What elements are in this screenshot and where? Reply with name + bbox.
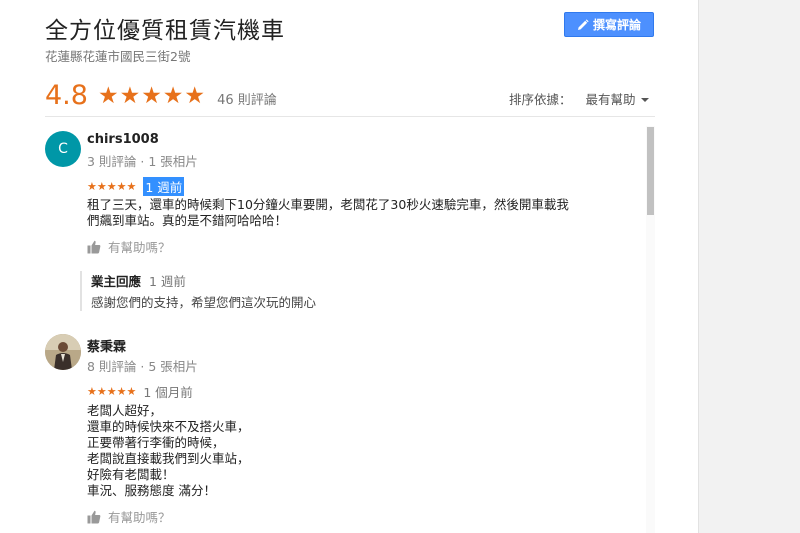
avatar[interactable]: C (45, 131, 81, 167)
review-time: 1 個月前 (143, 385, 193, 400)
review-rating: ★★★★★ 1 週前 (87, 177, 185, 196)
scrollbar-thumb[interactable] (647, 127, 654, 215)
helpful-label: 有幫助嗎？ (108, 510, 171, 525)
side-gutter (698, 0, 800, 533)
reviewer-name[interactable]: 蔡秉霖 (87, 336, 126, 355)
reviewer-name[interactable]: chirs1008 (87, 132, 159, 147)
rating-summary: 4.8 ★★★★★ 46 則評論 (45, 80, 277, 111)
reviewer-meta: 8 則評論 · 5 張相片 (87, 359, 198, 374)
review-text: 老闆人超好， 還車的時候快來不及搭火車， 正要帶著行李衝的時候， 老闆說直接載我… (87, 403, 250, 498)
thumbs-up-icon (87, 240, 101, 253)
reviews-panel: 全方位優質租賃汽機車 花蓮縣花蓮市國民三街2號 撰寫評論 4.8 ★★★★★ 4… (0, 0, 698, 533)
write-review-button[interactable]: 撰寫評論 (564, 12, 654, 37)
reviewer-meta: 3 則評論 · 1 張相片 (87, 154, 198, 169)
helpful-button[interactable]: 有幫助嗎？ (87, 237, 171, 256)
review-stars: ★★★★★ (87, 180, 137, 193)
owner-reply-text: 感謝您們的支持，希望您們這次玩的開心 (91, 295, 317, 310)
owner-reply-label: 業主回應 (91, 274, 142, 289)
average-rating-stars: ★★★★★ (97, 82, 207, 109)
business-title: 全方位優質租賃汽機車 (45, 18, 285, 44)
average-rating: 4.8 (45, 80, 88, 111)
thumbs-up-icon (87, 510, 101, 523)
review-text: 租了三天，還車的時候剩下10分鐘火車要開，老闆花了30秒火速驗完車，然後開車載我… (87, 197, 569, 228)
sort-label: 排序依據： (509, 92, 572, 107)
chevron-down-icon (640, 97, 649, 102)
write-review-label: 撰寫評論 (592, 18, 641, 32)
owner-reply-time: 1 週前 (149, 274, 186, 289)
review-rating: ★★★★★ 1 個月前 (87, 382, 193, 401)
person-photo-icon (45, 334, 81, 370)
avatar-letter: C (58, 141, 68, 157)
pencil-icon (577, 18, 589, 30)
helpful-label: 有幫助嗎？ (108, 240, 171, 255)
review-count: 46 則評論 (217, 92, 277, 108)
owner-reply: 業主回應 1 週前 感謝您們的支持，希望您們這次玩的開心 (80, 271, 316, 311)
review-time: 1 週前 (143, 177, 185, 196)
sort-dropdown[interactable]: 排序依據： 最有幫助 (509, 89, 649, 108)
business-address: 花蓮縣花蓮市國民三街2號 (45, 49, 191, 64)
review-stars: ★★★★★ (87, 385, 137, 398)
sort-value: 最有幫助 (585, 92, 636, 107)
avatar[interactable] (45, 334, 81, 370)
divider (45, 116, 655, 117)
helpful-button[interactable]: 有幫助嗎？ (87, 507, 171, 526)
